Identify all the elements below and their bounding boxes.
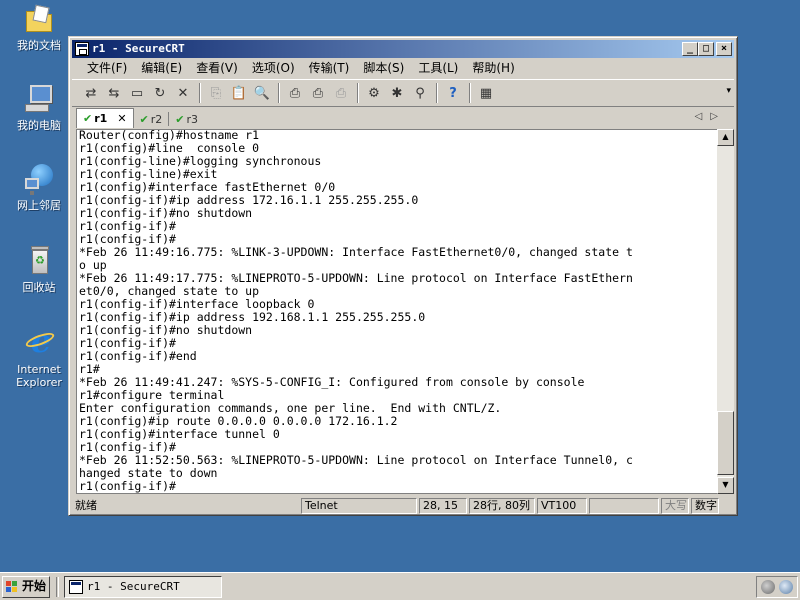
connect-icon[interactable]: ⇄ [80, 83, 102, 103]
menu-tools[interactable]: 工具(L) [411, 59, 465, 78]
terminal-output: Router(config)#hostname r1 r1(config)#lin… [79, 130, 719, 493]
desktop-icon-label: Internet Explorer [16, 363, 62, 389]
status-blank [589, 498, 659, 514]
status-cursor-position: 28, 15 [419, 498, 467, 514]
desktop-icon-recycle-bin[interactable]: ♻ 回收站 [7, 244, 71, 294]
vertical-scrollbar[interactable]: ▲ ▼ [717, 129, 734, 494]
toolbar-overflow-icon[interactable]: ▾ [726, 86, 731, 96]
taskbar-button-securecrt[interactable]: r1 - SecureCRT [64, 576, 222, 598]
status-caps-lock: 大写 [661, 498, 689, 514]
toolbar-separator [469, 83, 471, 103]
terminal-line: r1(config-if)#end [79, 349, 197, 363]
reconnect-icon[interactable]: ↻ [149, 83, 171, 103]
desktop-icon-label: 我的电脑 [17, 119, 61, 132]
desktop-icon-my-computer[interactable]: 我的电脑 [7, 82, 71, 132]
securecrt-window: r1 - SecureCRT _ □ × 文件(F) 编辑(E) 查看(V) 选… [68, 36, 738, 516]
print-selection-icon[interactable]: ⎙ [330, 83, 352, 103]
global-options-icon[interactable]: ✱ [386, 83, 408, 103]
connected-check-icon: ✔ [83, 112, 93, 125]
menu-edit[interactable]: 编辑(E) [134, 59, 189, 78]
internet-explorer-icon: e [22, 325, 56, 360]
connect-in-tab-icon[interactable]: ▭ [126, 83, 148, 103]
tab-scroll-arrows[interactable]: ◁▷ [695, 111, 726, 122]
tab-label: r2 [150, 112, 163, 126]
status-emulation: VT100 [537, 498, 587, 514]
tab-close-icon[interactable]: ✕ [117, 112, 126, 125]
about-icon[interactable]: ▦ [475, 83, 497, 103]
copy-icon[interactable]: ⎘ [205, 83, 227, 103]
securecrt-app-icon [69, 580, 83, 594]
toolbar-separator [357, 83, 359, 103]
disconnect-icon[interactable]: ✕ [172, 83, 194, 103]
tray-network-icon[interactable] [761, 580, 775, 594]
status-terminal-size: 28行, 80列 [469, 498, 535, 514]
desktop-icon-internet-explorer[interactable]: e Internet Explorer [7, 325, 71, 389]
menu-view[interactable]: 查看(V) [189, 59, 245, 78]
menu-transfer[interactable]: 传输(T) [302, 59, 357, 78]
scroll-down-icon[interactable]: ▼ [717, 477, 734, 494]
terminal-line: *Feb 26 11:49:16.775: %LINK-3-UPDOWN: In… [79, 245, 633, 259]
menu-options[interactable]: 选项(O) [245, 59, 302, 78]
print-icon[interactable]: ⎙ [284, 83, 306, 103]
quick-connect-icon[interactable]: ⇆ [103, 83, 125, 103]
find-icon[interactable]: 🔍 [251, 83, 273, 103]
help-icon[interactable]: ? [442, 83, 464, 103]
scroll-thumb[interactable] [717, 411, 734, 475]
terminal-view[interactable]: Router(config)#hostname r1 r1(config)#lin… [76, 129, 724, 494]
tab-r3[interactable]: ✔ r3 [169, 110, 204, 128]
menu-script[interactable]: 脚本(S) [356, 59, 411, 78]
maximize-button[interactable]: □ [698, 42, 714, 56]
taskbar: 开始 r1 - SecureCRT [0, 572, 800, 600]
scroll-up-icon[interactable]: ▲ [717, 129, 734, 146]
print-setup-icon[interactable]: ⎙ [307, 83, 329, 103]
title-bar[interactable]: r1 - SecureCRT _ □ × [72, 40, 734, 58]
system-tray [756, 576, 798, 598]
status-ready: 就绪 [75, 499, 97, 512]
taskbar-button-label: r1 - SecureCRT [87, 580, 180, 593]
menu-help[interactable]: 帮助(H) [465, 59, 521, 78]
menu-file[interactable]: 文件(F) [80, 59, 134, 78]
recycle-bin-icon: ♻ [22, 244, 56, 278]
desktop-icon-label: 我的文档 [17, 39, 61, 52]
status-num-lock: 数字 [691, 498, 719, 514]
keymap-icon[interactable]: ⚲ [409, 83, 431, 103]
toolbar-separator [199, 83, 201, 103]
folder-icon [22, 2, 56, 36]
desktop-icon-label: 回收站 [22, 281, 56, 294]
menu-bar: 文件(F) 编辑(E) 查看(V) 选项(O) 传输(T) 脚本(S) 工具(L… [72, 59, 734, 78]
tab-r1[interactable]: ✔ r1 ✕ [76, 108, 134, 128]
tab-r2[interactable]: ✔ r2 [134, 110, 169, 128]
start-label: 开始 [22, 579, 47, 593]
tab-label: r3 [186, 112, 199, 126]
status-bar: 就绪 Telnet 28, 15 28行, 80列 VT100 大写 数字 [72, 497, 734, 515]
minimize-button[interactable]: _ [682, 42, 698, 56]
toolbar: ⇄ ⇆ ▭ ↻ ✕ ⎘ 📋 🔍 ⎙ ⎙ ⎙ ⚙ ✱ ⚲ ? ▦ ▾ [72, 79, 734, 107]
status-protocol: Telnet [301, 498, 417, 514]
desktop-icon-my-documents[interactable]: 我的文档 [7, 2, 71, 52]
tray-volume-icon[interactable] [779, 580, 793, 594]
close-button[interactable]: × [716, 42, 732, 56]
network-icon [22, 162, 56, 196]
session-tabs: ✔ r1 ✕ ✔ r2 ✔ r3 ◁▷ [72, 108, 734, 128]
window-title: r1 - SecureCRT [92, 42, 185, 55]
session-options-icon[interactable]: ⚙ [363, 83, 385, 103]
securecrt-app-icon[interactable] [75, 42, 89, 56]
toolbar-separator [278, 83, 280, 103]
computer-icon [22, 82, 56, 116]
toolbar-separator [436, 83, 438, 103]
taskbar-separator [56, 577, 59, 597]
terminal-line: r1(config-if)# [79, 479, 176, 493]
windows-flag-icon [6, 581, 18, 593]
connected-check-icon: ✔ [139, 112, 149, 126]
paste-icon[interactable]: 📋 [228, 83, 250, 103]
tab-label: r1 [94, 112, 108, 125]
connected-check-icon: ✔ [175, 112, 185, 126]
desktop-icon-label: 网上邻居 [17, 199, 61, 212]
desktop-icon-network-places[interactable]: 网上邻居 [7, 162, 71, 212]
start-button[interactable]: 开始 [2, 576, 50, 598]
